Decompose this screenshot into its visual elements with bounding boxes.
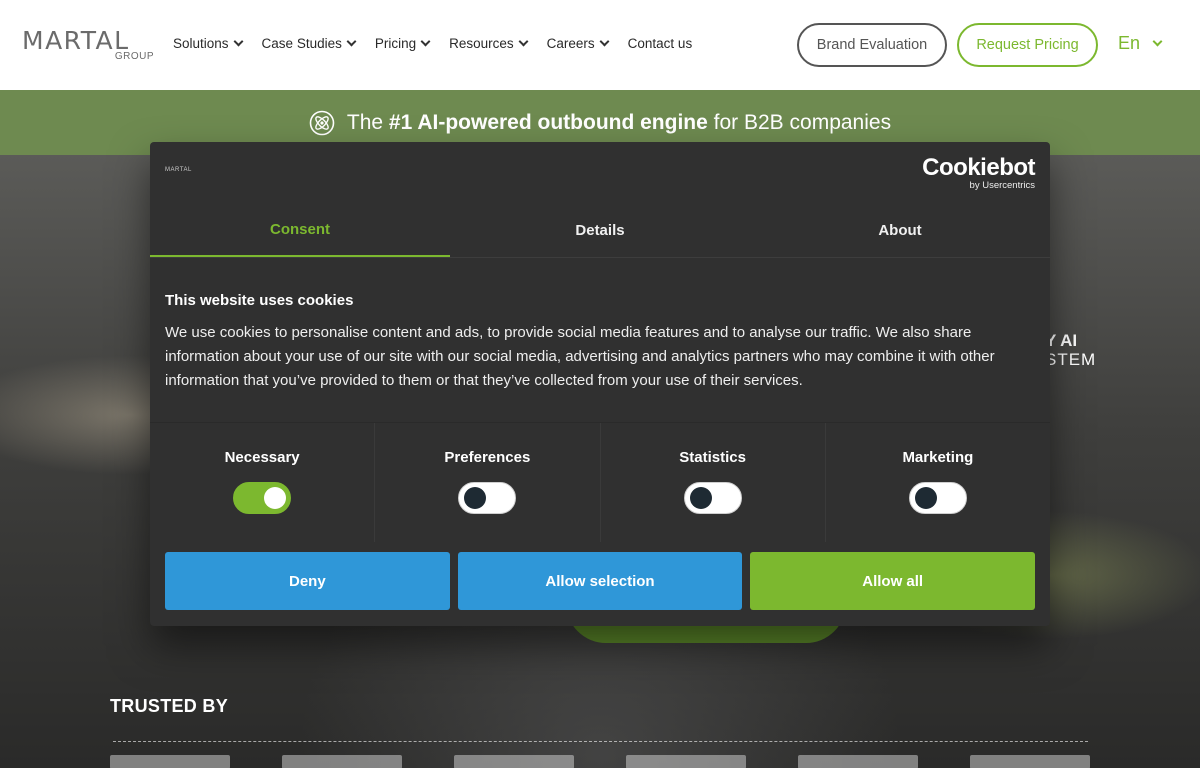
hero-partial-text: Y AI STEM (1045, 331, 1096, 369)
main-nav: Solutions Case Studies Pricing Resources… (173, 36, 712, 51)
dialog-actions: Deny Allow selection Allow all (165, 552, 1036, 610)
switch-knob (464, 487, 487, 509)
client-logo (626, 755, 746, 768)
request-pricing-button[interactable]: Request Pricing (957, 23, 1098, 67)
allow-all-button[interactable]: Allow all (750, 552, 1036, 610)
toggle-label: Necessary (224, 449, 300, 466)
dialog-title: This website uses cookies (165, 292, 354, 309)
client-logos (110, 755, 1090, 768)
allow-selection-button[interactable]: Allow selection (457, 552, 743, 610)
necessary-switch[interactable] (233, 482, 292, 514)
trusted-by-heading: TRUSTED BY (110, 696, 229, 716)
nav-resources[interactable]: Resources (449, 36, 529, 51)
banner-prefix: The (346, 110, 384, 134)
toggle-label: Preferences (444, 449, 531, 466)
dialog-tabs: Consent Details About (150, 204, 1050, 258)
deny-button[interactable]: Deny (165, 552, 450, 610)
nav-contact-us[interactable]: Contact us (628, 36, 693, 51)
cookiebot-logo[interactable]: Cookiebot by Usercentrics (922, 154, 1035, 192)
statistics-switch[interactable] (683, 482, 742, 514)
atom-icon (309, 110, 335, 135)
marketing-switch[interactable] (908, 482, 967, 514)
dialog-body: We use cookies to personalise content an… (165, 324, 995, 389)
nav-label: Pricing (374, 36, 417, 51)
client-logo (282, 755, 402, 768)
language-label: En (1118, 33, 1141, 53)
preferences-switch[interactable] (458, 482, 517, 514)
tab-about[interactable]: About (750, 204, 1050, 257)
brand-evaluation-button[interactable]: Brand Evaluation (797, 23, 947, 67)
cookie-consent-dialog: MARTAL Cookiebot by Usercentrics Consent… (150, 142, 1050, 626)
divider (113, 741, 1088, 742)
chevron-down-icon (599, 36, 610, 47)
toggle-label: Statistics (679, 449, 746, 466)
hero-partial-line-1: Y AI (1045, 331, 1078, 350)
nav-label: Resources (449, 36, 514, 51)
switch-knob (914, 487, 937, 509)
site-header: MARTAL GROUP Solutions Case Studies Pric… (0, 0, 1200, 90)
chevron-down-icon (1152, 36, 1163, 47)
cookiebot-name: Cookiebot (922, 154, 1035, 181)
client-logo (454, 755, 574, 768)
nav-case-studies[interactable]: Case Studies (261, 36, 357, 51)
banner-content: The #1 AI-powered outbound engine for B2… (309, 110, 891, 136)
switch-knob (264, 487, 287, 509)
banner-suffix: for B2B companies (713, 110, 892, 134)
nav-label: Case Studies (261, 36, 342, 51)
nav-label: Solutions (173, 36, 229, 51)
language-selector[interactable]: En (1118, 33, 1163, 54)
toggle-necessary: Necessary (150, 423, 376, 542)
toggle-label: Marketing (902, 449, 974, 466)
toggle-preferences: Preferences (375, 423, 601, 542)
client-logo (798, 755, 918, 768)
banner-highlight: #1 AI-powered outbound engine (388, 110, 708, 134)
martal-logo[interactable]: MARTAL GROUP (22, 28, 154, 63)
switch-knob (689, 487, 712, 509)
hero-partial-line-2: STEM (1045, 350, 1097, 369)
nav-pricing[interactable]: Pricing (374, 36, 431, 51)
chevron-down-icon (346, 36, 357, 47)
consent-toggles: Necessary Preferences Statistics Marketi… (150, 422, 1050, 542)
chevron-down-icon (518, 36, 529, 47)
toggle-marketing: Marketing (826, 423, 1050, 542)
toggle-statistics: Statistics (601, 423, 826, 542)
nav-label: Careers (546, 36, 595, 51)
client-logo (110, 755, 230, 768)
chevron-down-icon (233, 36, 243, 47)
client-logo (970, 755, 1090, 768)
logo-sub-text: GROUP (114, 51, 154, 62)
nav-solutions[interactable]: Solutions (173, 36, 243, 51)
nav-label: Contact us (627, 36, 693, 51)
cookiebot-by: by Usercentrics (969, 180, 1035, 191)
chevron-down-icon (420, 36, 431, 47)
tab-consent[interactable]: Consent (150, 204, 450, 257)
tab-details[interactable]: Details (450, 204, 750, 257)
nav-careers[interactable]: Careers (546, 36, 610, 51)
dialog-site-logo: MARTAL (165, 167, 192, 173)
